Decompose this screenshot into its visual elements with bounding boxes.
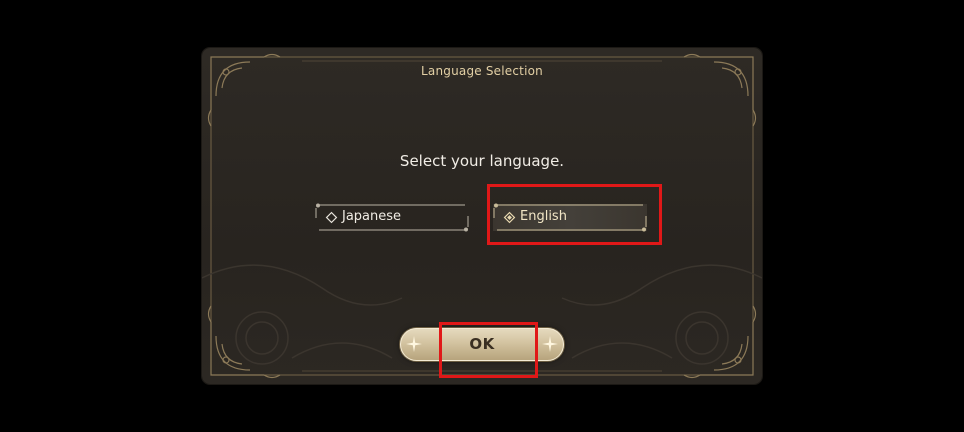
dialog-title: Language Selection [421, 64, 543, 78]
language-prompt: Select your language. [399, 152, 565, 170]
diamond-icon [325, 211, 338, 224]
language-option-japanese[interactable]: Japanese [315, 203, 469, 232]
language-label: English [520, 209, 567, 224]
diamond-icon [503, 211, 516, 224]
ornate-corner-icon [207, 305, 281, 379]
language-label: Japanese [342, 209, 402, 224]
option-frame [493, 203, 647, 232]
ornate-corner-icon [683, 305, 757, 379]
language-option-english[interactable]: English [493, 203, 647, 232]
ok-button-label: OK [469, 335, 495, 353]
sparkle-icon [542, 336, 558, 352]
ok-button[interactable]: OK [400, 328, 564, 361]
language-selection-dialog: Language Selection Select your language.… [202, 48, 762, 384]
